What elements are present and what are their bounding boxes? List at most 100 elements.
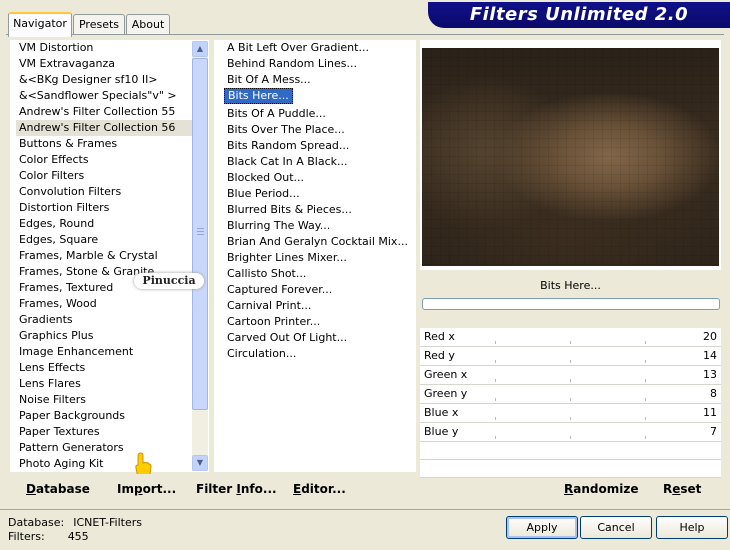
param-slider[interactable]: Green x 13 (420, 366, 721, 385)
category-item[interactable]: Graphics Plus (16, 328, 196, 344)
filter-item[interactable]: Behind Random Lines... (224, 56, 410, 72)
category-item[interactable]: Photo Aging Kit (16, 456, 196, 472)
category-item[interactable]: Convolution Filters (16, 184, 196, 200)
param-slider[interactable]: Green y 8 (420, 385, 721, 404)
filter-info-button[interactable]: Filter Info... (196, 480, 277, 498)
category-item[interactable]: &<Sandflower Specials"v" > (16, 88, 196, 104)
category-item[interactable]: Distortion Filters (16, 200, 196, 216)
category-item[interactable]: Image Enhancement (16, 344, 196, 360)
filter-item[interactable]: Captured Forever... (224, 282, 410, 298)
preview-image (422, 48, 719, 266)
category-item[interactable]: Andrew's Filter Collection 55 (16, 104, 196, 120)
tab-presets[interactable]: Presets (73, 14, 125, 35)
help-button[interactable]: Help (656, 516, 728, 539)
filter-item[interactable]: Bits Here... (224, 88, 293, 104)
param-slider[interactable]: Blue y 7 (420, 423, 721, 442)
tab-navigator[interactable]: Navigator (8, 12, 72, 37)
category-item[interactable]: Edges, Square (16, 232, 196, 248)
filter-item[interactable]: Brian And Geralyn Cocktail Mix... (224, 234, 410, 250)
category-item[interactable]: Edges, Round (16, 216, 196, 232)
randomize-button[interactable]: Randomize (564, 480, 638, 498)
param-slider[interactable]: Red y 14 (420, 347, 721, 366)
slider-tick (570, 341, 571, 344)
category-item[interactable]: Paper Textures (16, 424, 196, 440)
filter-item[interactable]: Cartoon Printer... (224, 314, 410, 330)
param-label: Red y (424, 349, 455, 362)
apply-button[interactable]: Apply (506, 516, 578, 539)
thumb-grip (197, 234, 204, 235)
tab-divider (6, 34, 724, 35)
filter-item[interactable]: Circulation... (224, 346, 410, 362)
filter-item[interactable]: Brighter Lines Mixer... (224, 250, 410, 266)
cancel-button[interactable]: Cancel (580, 516, 652, 539)
app-title-banner: Filters Unlimited 2.0 (428, 2, 730, 28)
filter-item[interactable]: Bits Over The Place... (224, 122, 410, 138)
scroll-up-button[interactable]: ▲ (192, 41, 208, 57)
category-item[interactable]: Paper Backgrounds (16, 408, 196, 424)
editor-button[interactable]: Editor... (293, 480, 346, 498)
filter-item[interactable]: Blue Period... (224, 186, 410, 202)
param-value: 7 (710, 425, 717, 438)
category-scrollbar[interactable]: ▲ ▼ (192, 41, 208, 471)
category-item[interactable]: Buttons & Frames (16, 136, 196, 152)
slider-tick (495, 341, 496, 344)
param-value: 20 (703, 330, 717, 343)
database-status: Database: ICNET-Filters (8, 516, 142, 529)
category-item[interactable]: Frames, Marble & Crystal (16, 248, 196, 264)
slider-tick (570, 360, 571, 363)
category-item[interactable]: VM Distortion (16, 40, 196, 56)
slider-tick (645, 436, 646, 439)
filter-list: A Bit Left Over Gradient... Behind Random… (224, 40, 410, 362)
filter-item[interactable]: Callisto Shot... (224, 266, 410, 282)
slider-tick (645, 341, 646, 344)
progress-bar (422, 298, 720, 310)
filter-item[interactable]: Blocked Out... (224, 170, 410, 186)
category-item[interactable]: VM Extravaganza (16, 56, 196, 72)
param-slider[interactable]: Blue x 11 (420, 404, 721, 423)
param-label: Green x (424, 368, 468, 381)
reset-button[interactable]: Reset (663, 480, 701, 498)
slider-tick (495, 417, 496, 420)
import-button[interactable]: Import... (117, 480, 176, 498)
category-item[interactable]: Lens Flares (16, 376, 196, 392)
param-value: 13 (703, 368, 717, 381)
slider-tick (645, 379, 646, 382)
category-item[interactable]: Andrew's Filter Collection 56 (16, 120, 196, 136)
bottom-separator (0, 509, 730, 510)
filter-item[interactable]: A Bit Left Over Gradient... (224, 40, 410, 56)
scroll-thumb[interactable] (192, 58, 208, 410)
empty-param-row (420, 460, 721, 478)
category-item[interactable]: Lens Effects (16, 360, 196, 376)
param-label: Blue x (424, 406, 459, 419)
param-slider[interactable]: Red x 20 (420, 328, 721, 347)
filter-item[interactable]: Blurring The Way... (224, 218, 410, 234)
tab-about[interactable]: About (126, 14, 170, 35)
preview-filter-name: Bits Here... (540, 279, 601, 292)
slider-tick (495, 379, 496, 382)
filter-item[interactable]: Carved Out Of Light... (224, 330, 410, 346)
category-item[interactable]: Gradients (16, 312, 196, 328)
database-button[interactable]: Database (26, 480, 90, 498)
filter-item[interactable]: Bit Of A Mess... (224, 72, 410, 88)
filter-item[interactable]: Blurred Bits & Pieces... (224, 202, 410, 218)
scroll-down-button[interactable]: ▼ (192, 455, 208, 471)
slider-tick (495, 436, 496, 439)
filter-item[interactable]: Bits Random Spread... (224, 138, 410, 154)
slider-tick (570, 436, 571, 439)
slider-tick (645, 360, 646, 363)
param-value: 14 (703, 349, 717, 362)
category-item[interactable]: Noise Filters (16, 392, 196, 408)
filter-item[interactable]: Carnival Print... (224, 298, 410, 314)
slider-tick (495, 360, 496, 363)
filter-item[interactable]: Black Cat In A Black... (224, 154, 410, 170)
category-item[interactable]: Pattern Generators (16, 440, 196, 456)
slider-tick (570, 417, 571, 420)
category-item[interactable]: Color Filters (16, 168, 196, 184)
watermark-logo: Pinuccia (134, 273, 204, 289)
empty-param-row (420, 442, 721, 460)
filter-item[interactable]: Bits Of A Puddle... (224, 106, 410, 122)
param-label: Green y (424, 387, 468, 400)
category-item[interactable]: Frames, Wood (16, 296, 196, 312)
category-item[interactable]: Color Effects (16, 152, 196, 168)
category-item[interactable]: &<BKg Designer sf10 II> (16, 72, 196, 88)
